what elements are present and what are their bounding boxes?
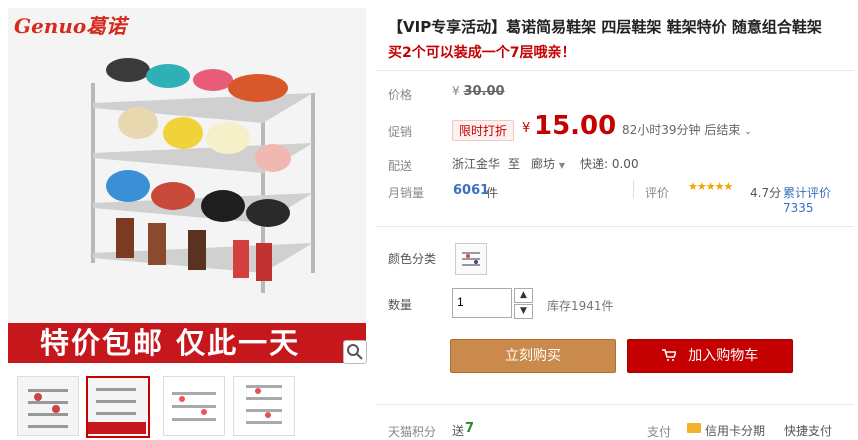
sales-unit: 件 <box>486 186 499 200</box>
promo-currency: ¥ <box>522 121 531 136</box>
stock-text: 库存1941件 <box>547 299 614 313</box>
reviews-link[interactable]: 累计评价7335 <box>783 184 858 215</box>
thumbnail-4[interactable] <box>233 376 295 436</box>
ship-from: 浙江金华 <box>452 157 501 171</box>
ship-to-value: 廊坊 <box>531 157 556 171</box>
thumbnail-3[interactable] <box>163 376 225 436</box>
pay-label: 支付 <box>647 425 672 439</box>
color-label: 颜色分类 <box>388 252 437 266</box>
rating-label: 评价 <box>645 186 670 200</box>
quick-pay[interactable]: 快捷支付 <box>784 422 832 439</box>
original-price-value: 30.00 <box>463 84 505 99</box>
credit-card-icon <box>687 423 701 433</box>
quantity-box <box>452 288 512 318</box>
price-label: 价格 <box>388 88 413 102</box>
brand-logo: Genuo葛诺 <box>14 14 127 38</box>
shoe-rack-illustration <box>8 8 366 323</box>
divider <box>376 70 854 71</box>
caret-down-icon: ▼ <box>558 161 565 170</box>
product-subtitle: 买2个可以装成一个7层哦亲！ <box>388 45 576 61</box>
promo-label: 促销 <box>388 125 413 139</box>
sales-label: 月销量 <box>388 186 425 200</box>
cart-icon <box>661 348 680 364</box>
rating-stars-icon: ★★★★★ <box>688 180 733 193</box>
sales-count: 6061 <box>453 183 490 198</box>
thumbnail-2-selected[interactable] <box>86 376 150 438</box>
thumbnail-1[interactable] <box>17 376 79 436</box>
original-price: ¥ 30.00 <box>452 84 505 99</box>
rating-score: 4.7分 <box>750 186 782 200</box>
quantity-label: 数量 <box>388 298 413 312</box>
divider <box>376 404 854 405</box>
promo-price: 15.00 <box>534 111 617 141</box>
countdown-text: 82小时39分钟 后结束 <box>622 123 741 137</box>
points-label: 天猫积分 <box>388 425 437 439</box>
points-value: 7 <box>465 421 475 436</box>
quantity-input[interactable] <box>453 289 509 315</box>
stepper-down-icon[interactable]: ▼ <box>514 304 533 319</box>
chevron-down-icon: ⌄ <box>744 127 752 137</box>
ship-to-select[interactable]: 廊坊 ▼ <box>531 155 565 172</box>
stepper-up-icon[interactable]: ▲ <box>514 288 533 303</box>
shipping-label: 配送 <box>388 159 413 173</box>
promo-countdown[interactable]: 82小时39分钟 后结束 ⌄ <box>622 121 752 138</box>
buy-now-button[interactable]: 立刻购买 <box>450 339 616 373</box>
zoom-icon[interactable] <box>343 340 367 364</box>
divider <box>633 180 634 198</box>
add-to-cart-label: 加入购物车 <box>688 348 759 364</box>
ship-to-word: 至 <box>508 157 521 171</box>
divider <box>376 226 854 227</box>
credit-installment[interactable]: 信用卡分期 <box>705 422 765 439</box>
shipping-fee: 快递: 0.00 <box>580 157 639 171</box>
color-swatch[interactable] <box>455 243 487 275</box>
promo-banner: 特价包邮 仅此一天 <box>8 323 366 363</box>
add-to-cart-button[interactable]: 加入购物车 <box>627 339 793 373</box>
promo-tag: 限时打折 <box>452 120 515 141</box>
points-prefix: 送 <box>452 424 465 438</box>
currency-symbol: ¥ <box>452 84 460 98</box>
product-title: 【VIP专享活动】葛诺简易鞋架 四层鞋架 鞋架特价 随意组合鞋架 <box>388 18 822 36</box>
main-product-image[interactable] <box>8 8 366 323</box>
